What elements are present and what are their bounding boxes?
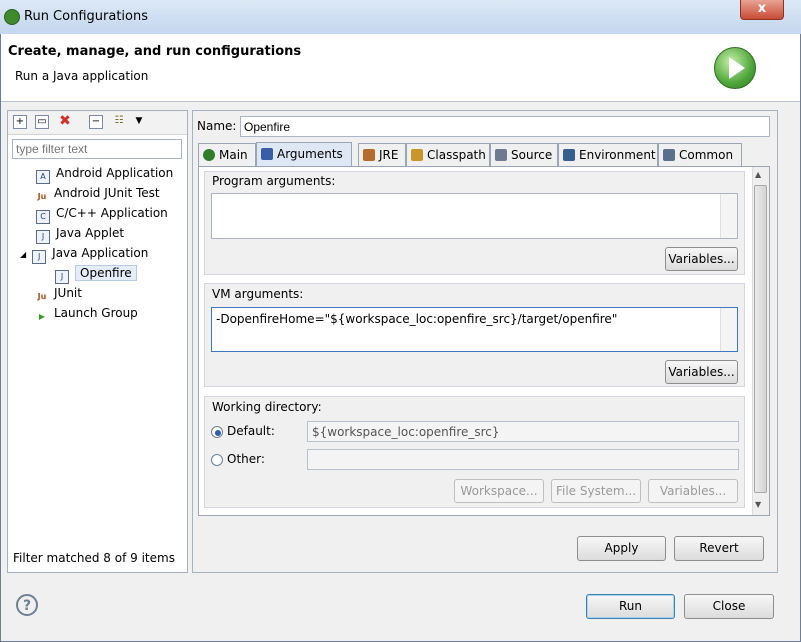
tree-item-java-application[interactable]: ◢ J Java Application <box>20 246 148 264</box>
tree-item-junit[interactable]: Ju JUnit <box>36 286 82 304</box>
default-radio[interactable] <box>211 426 223 438</box>
environment-tab-icon <box>563 149 575 161</box>
expand-arrow-icon[interactable]: ◢ <box>20 250 26 259</box>
android-junit-icon: Ju <box>37 192 47 201</box>
header-title: Create, manage, and run configurations <box>8 44 302 59</box>
close-button[interactable]: Close <box>684 594 774 619</box>
java-application-icon: J <box>32 250 47 264</box>
default-directory-field: ${workspace_loc:openfire_src} <box>307 421 739 442</box>
jre-tab-icon <box>363 149 375 161</box>
vm-arguments-textarea[interactable]: -DopenfireHome="${workspace_loc:openfire… <box>211 307 738 352</box>
window-close-button[interactable]: x <box>740 0 784 20</box>
run-button[interactable]: Run <box>586 594 675 619</box>
classpath-tab-icon <box>411 149 423 161</box>
common-tab-icon <box>663 149 675 161</box>
delete-icon[interactable]: ✖ <box>58 114 72 129</box>
dropdown-icon[interactable]: ▼ <box>132 115 146 129</box>
other-label: Other: <box>227 452 265 466</box>
filter-input[interactable] <box>12 139 182 159</box>
name-label: Name: <box>197 119 237 133</box>
help-icon[interactable]: ? <box>16 594 38 616</box>
collapse-all-icon[interactable]: − <box>89 115 103 129</box>
program-arguments-textarea[interactable] <box>211 193 738 239</box>
config-tabs: Main Arguments JRE Classpath Source Envi… <box>198 142 770 167</box>
duplicate-icon[interactable]: ▭ <box>35 115 49 129</box>
program-variables-button[interactable]: Variables... <box>665 247 738 271</box>
workspace-button[interactable]: Workspace... <box>454 479 544 503</box>
tab-jre[interactable]: JRE <box>358 143 406 167</box>
tree-item-android-junit-test[interactable]: Ju Android JUnit Test <box>36 186 160 204</box>
scroll-down-arrow-icon[interactable]: ▼ <box>755 500 761 509</box>
header-subtitle: Run a Java application <box>15 69 149 83</box>
tree-item-cpp-application[interactable]: C C/C++ Application <box>36 206 168 224</box>
tab-common[interactable]: Common <box>658 143 742 167</box>
vm-arguments-title: VM arguments: <box>212 287 304 301</box>
default-label: Default: <box>227 424 275 438</box>
working-directory-title: Working directory: <box>212 400 322 414</box>
scroll-up-arrow-icon[interactable]: ▲ <box>755 170 761 179</box>
revert-button[interactable]: Revert <box>674 536 764 561</box>
java-launch-icon: J <box>55 270 69 284</box>
window-title: Run Configurations <box>24 9 148 24</box>
filter-status: Filter matched 8 of 9 items <box>13 551 175 565</box>
name-input[interactable] <box>240 116 770 137</box>
tab-arguments[interactable]: Arguments <box>256 142 352 167</box>
run-triangle-icon <box>729 57 745 79</box>
tree-item-java-applet[interactable]: J Java Applet <box>36 226 124 244</box>
tree-item-android-application[interactable]: A Android Application <box>36 166 173 184</box>
eclipse-icon <box>4 9 20 25</box>
android-application-icon: A <box>36 170 50 184</box>
tree-item-openfire[interactable]: J Openfire <box>55 265 137 284</box>
program-arguments-scrollbar[interactable] <box>720 194 737 238</box>
tab-main[interactable]: Main <box>198 143 256 167</box>
tab-source[interactable]: Source <box>490 143 558 167</box>
tree-item-launch-group[interactable]: ▶ Launch Group <box>36 306 138 324</box>
new-launch-config-icon[interactable]: + <box>13 115 27 129</box>
other-directory-field[interactable] <box>307 449 739 470</box>
launch-group-icon: ▶ <box>38 312 46 321</box>
cpp-application-icon: C <box>36 210 50 224</box>
filter-icon[interactable]: ☷ <box>112 115 126 129</box>
working-dir-variables-button[interactable]: Variables... <box>648 479 738 503</box>
tab-environment[interactable]: Environment <box>558 143 658 167</box>
main-tab-icon <box>203 149 215 161</box>
junit-icon: Ju <box>37 292 47 301</box>
other-radio[interactable] <box>211 454 223 466</box>
tab-classpath[interactable]: Classpath <box>406 143 490 167</box>
apply-button[interactable]: Apply <box>577 536 666 561</box>
program-arguments-title: Program arguments: <box>212 174 336 188</box>
vm-variables-button[interactable]: Variables... <box>665 360 738 384</box>
file-system-button[interactable]: File System... <box>551 479 641 503</box>
source-tab-icon <box>495 149 507 161</box>
vm-arguments-scrollbar[interactable] <box>720 308 737 351</box>
scroll-thumb[interactable] <box>754 185 767 493</box>
java-applet-icon: J <box>36 230 50 244</box>
arguments-tab-icon <box>261 148 273 160</box>
